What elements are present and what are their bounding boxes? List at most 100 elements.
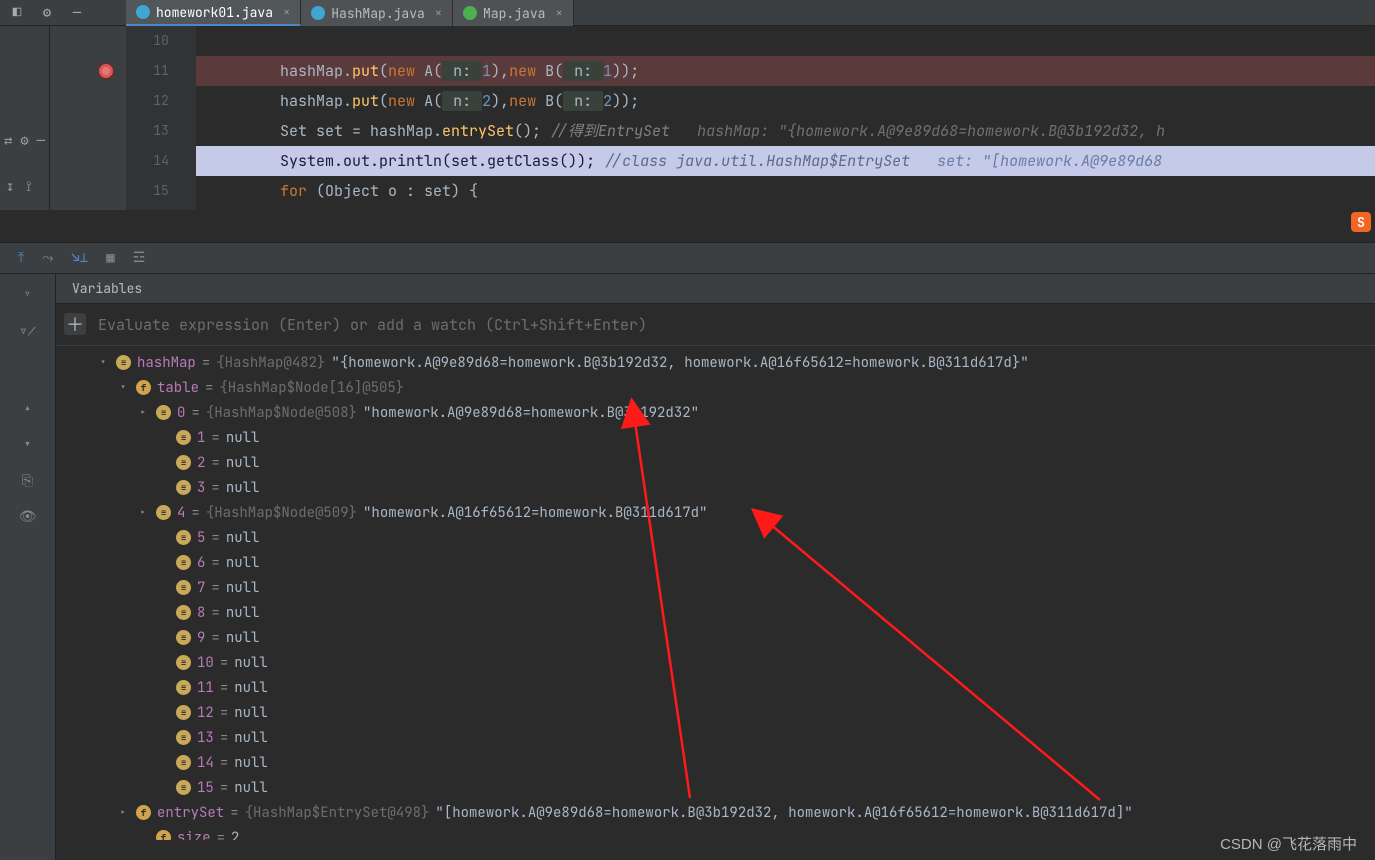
variable-row[interactable]: ·≡ 14 = null [56, 750, 1375, 775]
step-into-icon[interactable]: ↘⟂ [71, 249, 88, 267]
variable-type-icon: ≡ [176, 655, 191, 670]
variables-tree[interactable]: ▾≡ hashMap = {HashMap@482} "{homework.A@… [56, 346, 1375, 840]
variable-type-icon: ≡ [176, 630, 191, 645]
toolbar-icon[interactable]: ◧ [8, 4, 26, 22]
variable-name: size [177, 829, 211, 841]
rerun-icon[interactable]: ⤒ [18, 249, 24, 267]
line-number[interactable]: 12 [126, 86, 196, 116]
variable-type-icon: ≡ [176, 730, 191, 745]
variable-type-icon: f [136, 380, 151, 395]
line-number[interactable]: 11 [126, 56, 196, 86]
variable-row[interactable]: ·≡ 11 = null [56, 675, 1375, 700]
variable-row[interactable]: ▸f entrySet = {HashMap$EntrySet@498} "[h… [56, 800, 1375, 825]
variable-row[interactable]: ·≡ 2 = null [56, 450, 1375, 475]
gear-icon[interactable]: ⚙ [20, 132, 28, 150]
code-editor[interactable]: hashMap.put(new A( n: 1),new B( n: 1)); … [196, 26, 1375, 210]
variable-row[interactable]: ·≡ 9 = null [56, 625, 1375, 650]
evaluate-expression-input[interactable]: Evaluate expression (Enter) or add a wat… [56, 304, 1375, 346]
settings-icon[interactable]: ☲ [133, 249, 146, 267]
editor-tab[interactable]: HashMap.java × [301, 0, 453, 26]
line-number[interactable]: 15 [126, 176, 196, 206]
watch-icon[interactable]: 👁 [15, 504, 41, 530]
close-icon[interactable]: × [283, 4, 290, 20]
variables-panel-header: Variables [56, 274, 1375, 304]
variable-type-icon: ≡ [176, 555, 191, 570]
variable-name: 4 [177, 504, 185, 522]
plugin-badge[interactable]: S [1351, 212, 1371, 232]
expand-up-icon[interactable]: ▴ [19, 396, 35, 422]
variable-row[interactable]: ▾≡ hashMap = {HashMap@482} "{homework.A@… [56, 350, 1375, 375]
variable-row[interactable]: ·≡ 12 = null [56, 700, 1375, 725]
calculator-icon[interactable]: ▦ [106, 249, 114, 267]
code-line[interactable]: for (Object o : set) { [196, 176, 1375, 206]
variable-type-icon: ≡ [176, 455, 191, 470]
variable-row[interactable]: ·≡ 3 = null [56, 475, 1375, 500]
tab-label: HashMap.java [331, 5, 425, 22]
code-line[interactable] [196, 26, 1375, 56]
filter-icon[interactable]: ▿ [19, 282, 35, 308]
variable-row[interactable]: ·≡ 7 = null [56, 575, 1375, 600]
variable-name: table [157, 379, 199, 397]
step-icon[interactable]: ⤳ [42, 249, 53, 267]
code-line[interactable]: Set set = hashMap.entrySet(); //得到EntryS… [196, 116, 1375, 146]
variable-name: 10 [197, 654, 214, 672]
breakpoint-icon[interactable] [98, 63, 114, 79]
chevron-icon[interactable]: ▸ [136, 406, 150, 420]
variable-row[interactable]: ·≡ 13 = null [56, 725, 1375, 750]
variable-row[interactable]: ·≡ 6 = null [56, 550, 1375, 575]
variable-name: 1 [197, 429, 205, 447]
variable-name: 11 [197, 679, 214, 697]
variable-name: hashMap [137, 354, 196, 372]
variable-type-icon: ≡ [156, 405, 171, 420]
variable-type-icon: ≡ [156, 505, 171, 520]
chevron-icon[interactable]: ▾ [116, 381, 130, 395]
add-watch-button[interactable]: ＋ [64, 313, 86, 335]
variable-row[interactable]: ·≡ 10 = null [56, 650, 1375, 675]
variable-name: 2 [197, 454, 205, 472]
minimize-icon[interactable]: — [37, 132, 45, 150]
variable-type-icon: f [156, 830, 171, 840]
variable-row[interactable]: ·≡ 5 = null [56, 525, 1375, 550]
minimize-icon[interactable]: — [68, 4, 86, 22]
variable-name: 12 [197, 704, 214, 722]
editor-tab[interactable]: Map.java × [453, 0, 574, 26]
variable-name: 3 [197, 479, 205, 497]
breakpoint-gutter[interactable] [50, 26, 126, 210]
code-line[interactable]: hashMap.put(new A( n: 2),new B( n: 2)); [196, 86, 1375, 116]
variable-type-icon: ≡ [176, 680, 191, 695]
filter-off-icon[interactable]: ▿̷ [15, 318, 40, 344]
code-line[interactable]: System.out.println(set.getClass()); //cl… [196, 146, 1375, 176]
variable-row[interactable]: ·f size = 2 [56, 825, 1375, 840]
close-icon[interactable]: × [435, 5, 442, 21]
tool-icon[interactable]: ↧ [6, 178, 14, 196]
line-number[interactable]: 10 [126, 26, 196, 56]
editor-tab[interactable]: homework01.java × [126, 0, 301, 26]
debugger-toolbar: ⤒ ⤳ ↘⟂ ▦ ☲ [0, 242, 1375, 274]
variable-name: 0 [177, 404, 185, 422]
variable-row[interactable]: ·≡ 15 = null [56, 775, 1375, 800]
chevron-icon[interactable]: ▸ [136, 506, 150, 520]
variable-type-icon: ≡ [176, 705, 191, 720]
code-line[interactable]: hashMap.put(new A( n: 1),new B( n: 1)); [196, 56, 1375, 86]
file-icon [136, 5, 150, 19]
watermark: CSDN @飞花落雨中 [1220, 833, 1357, 854]
tool-icon[interactable]: ⟟ [26, 178, 31, 196]
editor-tabs: homework01.java × HashMap.java × Map.jav… [126, 0, 574, 26]
variable-row[interactable]: ·≡ 8 = null [56, 600, 1375, 625]
variable-row[interactable]: ▸≡ 4 = {HashMap$Node@509} "homework.A@16… [56, 500, 1375, 525]
gear-icon[interactable]: ⚙ [38, 4, 56, 22]
expand-down-icon[interactable]: ▾ [19, 432, 35, 458]
line-number[interactable]: 13 [126, 116, 196, 146]
variable-name: 7 [197, 579, 205, 597]
chevron-icon[interactable]: ▸ [116, 806, 130, 820]
variable-row[interactable]: ·≡ 1 = null [56, 425, 1375, 450]
tool-icon[interactable]: ⇄ [4, 132, 12, 150]
line-number[interactable]: 14 [126, 146, 196, 176]
copy-icon[interactable]: ⎘ [18, 468, 37, 494]
variable-row[interactable]: ▸≡ 0 = {HashMap$Node@508} "homework.A@9e… [56, 400, 1375, 425]
close-icon[interactable]: × [555, 5, 562, 21]
chevron-icon[interactable]: ▾ [96, 356, 110, 370]
variable-row[interactable]: ▾f table = {HashMap$Node[16]@505} [56, 375, 1375, 400]
variable-type-icon: ≡ [176, 430, 191, 445]
line-gutter: 101112131415 [126, 26, 196, 210]
